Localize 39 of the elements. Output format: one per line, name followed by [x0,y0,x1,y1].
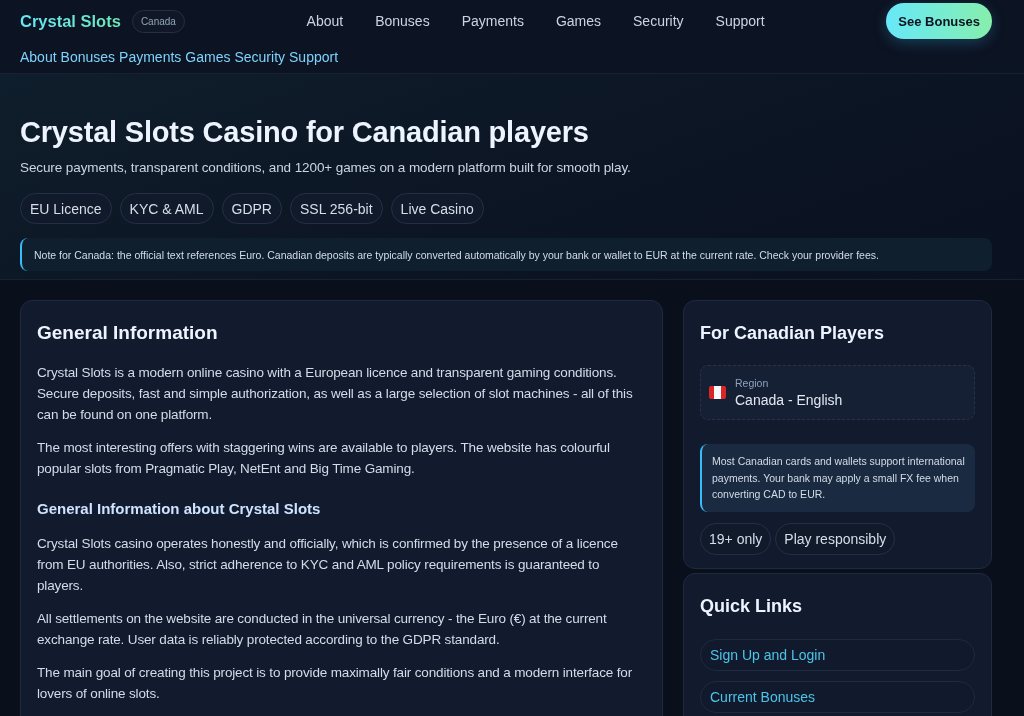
feature-tag: EU Licence [20,193,112,224]
info-tag: Play responsibly [775,522,896,555]
payment-note: Most Canadian cards and wallets support international payments. Your bank may apply a small FX fee when converting CAD to EUR. [700,444,975,512]
section-subheading: General Information about Crystal Slots [37,499,322,519]
body-paragraph: The most interesting offers with staggering wins are available to players. The website has colourful popular slots from Pragmatic Play, NetEnt and Big Time Gaming. [37,439,611,478]
text-nav-link[interactable]: Support [289,48,339,66]
text-nav-link[interactable]: Bonuses [60,48,116,66]
nav-link[interactable]: Bonuses [375,13,430,29]
body-paragraph: All settlements on the website are conducted in the universal currency - the Euro (€) at the current exchange rate. User data is reliably protected according to the GDPR standard. [37,610,608,649]
nav-link[interactable]: Support [715,13,765,29]
card-title: Quick Links [700,594,804,618]
card-title: For Canadian Players [700,322,886,345]
nav-link[interactable]: Security [633,13,684,29]
nav-link[interactable]: Payments [461,13,524,29]
body-paragraph: The main goal of creating this project is to provide maximally fair conditions and a modern interface for lovers of online slots. [37,664,634,703]
body-paragraph: Crystal Slots casino operates honestly and officially, which is confirmed by the presence of a licence from EU authorities. Also, strict adherence to KYC and AML policy requirements is guaranteed to players. [37,535,619,595]
hero-subtitle: Secure payments, transparent conditions, and 1200+ games on a modern platform built for smooth play. [20,159,632,177]
feature-tag: SSL 256-bit [289,193,383,224]
text-nav-link[interactable]: Security [234,48,286,66]
currency-note: Note for Canada: the official text references Euro. Canadian deposits are typically converted automatically by your bank or wallet to EUR at the current rate. Check your provider fees. [20,238,992,271]
region-label: Region [735,377,770,389]
feature-tag: Live Casino [390,193,484,224]
feature-tag: GDPR [221,193,282,224]
nav-link[interactable]: Games [555,13,602,29]
feature-tag: KYC & AML [119,193,214,224]
quick-link[interactable]: Current Bonuses [700,680,975,713]
info-tag: 19+ only [700,522,772,555]
nav-link[interactable]: About [306,13,344,29]
body-paragraph: Crystal Slots is a modern online casino with a European licence and transparent gaming conditions. Secure deposits, fast and simple authorization, as well as a large selection of slot machines - all of this can be found on one platform. [37,364,634,424]
text-nav-link[interactable]: About [20,48,57,66]
quick-link[interactable]: Sign Up and Login [700,638,975,671]
text-nav-link[interactable]: Payments [119,48,182,66]
text-nav-link[interactable]: Games [185,48,231,66]
card-title: General Information [37,321,219,345]
flag-icon [709,386,726,399]
see-bonuses-button[interactable]: See Bonuses [886,3,992,39]
hero-title: Crystal Slots Casino for Canadian players [20,115,590,150]
country-badge: Canada [131,9,185,33]
region-value: Canada - English [735,392,843,408]
